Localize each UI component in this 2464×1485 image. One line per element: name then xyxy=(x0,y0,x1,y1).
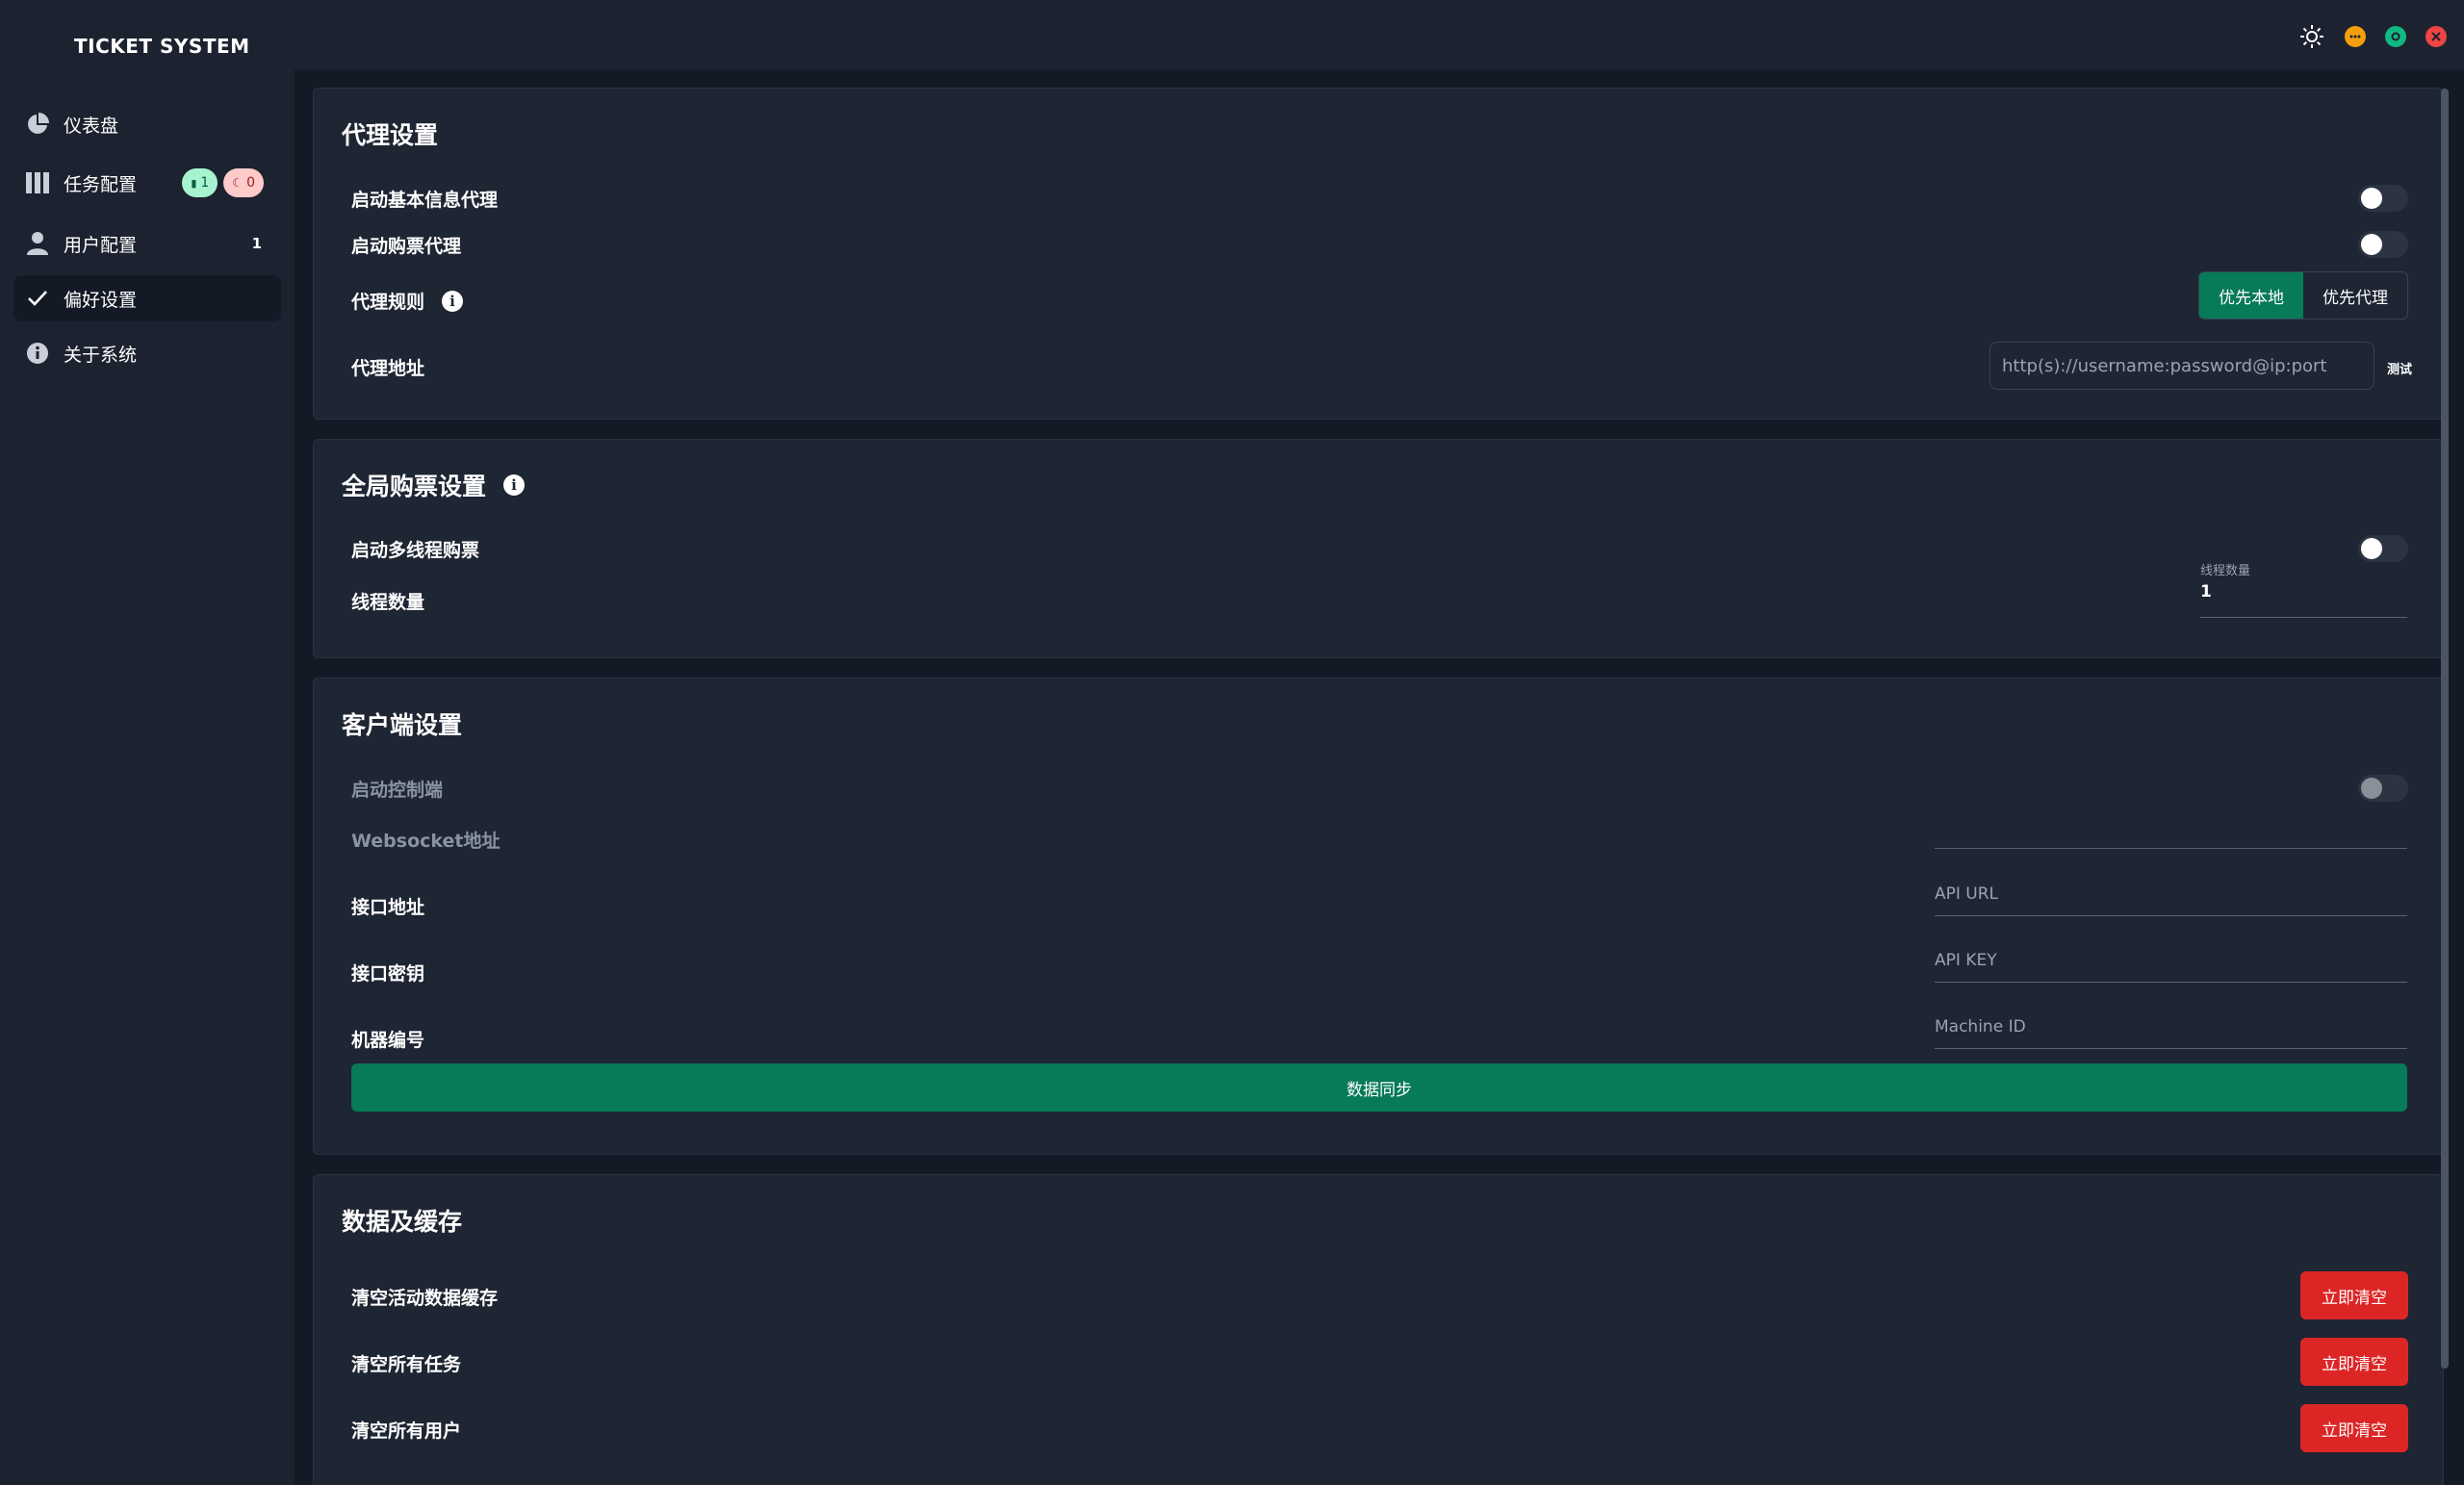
api-url-input[interactable]: API URL xyxy=(1935,871,2407,916)
sidebar-item-label: 任务配置 xyxy=(64,173,138,195)
proxy-rule-label: 代理规则 i xyxy=(351,288,464,314)
clear-all-tasks-button[interactable]: 立即清空 xyxy=(2300,1338,2408,1386)
sidebar-item-label: 用户配置 xyxy=(64,234,138,256)
clear-activity-cache-button[interactable]: 立即清空 xyxy=(2300,1271,2408,1319)
main-content: 代理设置 启动基本信息代理 启动购票代理 代理规则 i 优先本地 优先代理 代理… xyxy=(295,69,2464,1485)
columns-icon xyxy=(25,170,50,195)
data-sync-button[interactable]: 数据同步 xyxy=(351,1063,2407,1112)
clear-all-tasks-label: 清空所有任务 xyxy=(351,1354,462,1375)
basic-proxy-toggle[interactable] xyxy=(2358,185,2408,212)
sun-icon[interactable] xyxy=(2298,23,2325,50)
sidebar-item-about[interactable]: 关于系统 xyxy=(13,330,281,376)
app-title: TICKET SYSTEM xyxy=(74,35,250,58)
clear-all-users-button[interactable]: 立即清空 xyxy=(2300,1404,2408,1452)
websocket-label: Websocket地址 xyxy=(351,831,500,852)
sidebar-item-tasks[interactable]: 任务配置 ▮ 1 ☾ 0 xyxy=(13,160,281,206)
prefer-proxy-button[interactable]: 优先代理 xyxy=(2303,272,2407,319)
minimize-icon[interactable] xyxy=(2345,26,2366,47)
user-icon xyxy=(25,231,50,256)
proxy-settings-card: 代理设置 启动基本信息代理 启动购票代理 代理规则 i 优先本地 优先代理 代理… xyxy=(313,88,2444,420)
sidebar-item-label: 关于系统 xyxy=(64,344,138,366)
basic-proxy-label: 启动基本信息代理 xyxy=(351,190,499,211)
purchase-proxy-label: 启动购票代理 xyxy=(351,236,462,257)
machine-id-label: 机器编号 xyxy=(351,1030,425,1051)
maximize-icon[interactable] xyxy=(2385,26,2406,47)
websocket-input[interactable] xyxy=(1935,804,2407,849)
thread-count-label: 线程数量 xyxy=(351,592,425,613)
info-icon[interactable]: i xyxy=(442,290,464,312)
card-title: 代理设置 xyxy=(342,121,439,149)
api-key-label: 接口密钥 xyxy=(351,963,425,985)
user-count: 1 xyxy=(251,235,262,252)
sidebar-item-users[interactable]: 用户配置 1 xyxy=(13,220,281,267)
pie-chart-icon xyxy=(25,112,50,137)
sidebar-item-preferences[interactable]: 偏好设置 xyxy=(13,275,281,321)
info-icon[interactable]: i xyxy=(503,474,526,496)
proxy-address-input[interactable] xyxy=(1989,342,2374,390)
control-end-toggle[interactable] xyxy=(2358,775,2408,802)
multithread-label: 启动多线程购票 xyxy=(351,540,480,561)
check-icon xyxy=(25,286,50,311)
api-key-input[interactable]: API KEY xyxy=(1935,937,2407,983)
api-url-label: 接口地址 xyxy=(351,897,425,918)
control-end-label: 启动控制端 xyxy=(351,780,444,801)
thread-count-input[interactable]: 线程数量 1 xyxy=(2200,560,2407,618)
window-controls xyxy=(2298,23,2447,50)
status-badge: ▮ 1 xyxy=(182,168,218,197)
purchase-proxy-toggle[interactable] xyxy=(2358,231,2408,258)
sidebar-item-label: 偏好设置 xyxy=(64,289,138,311)
card-title: 客户端设置 xyxy=(342,711,463,739)
card-title: 数据及缓存 xyxy=(342,1208,463,1236)
sidebar-item-dashboard[interactable]: 仪表盘 xyxy=(13,101,281,147)
prefer-local-button[interactable]: 优先本地 xyxy=(2199,272,2303,319)
clear-all-users-label: 清空所有用户 xyxy=(351,1421,462,1442)
info-icon xyxy=(25,341,50,366)
clear-activity-cache-label: 清空活动数据缓存 xyxy=(351,1288,499,1309)
test-button[interactable]: 测试 xyxy=(2387,359,2412,377)
scrollbar[interactable] xyxy=(2441,89,2449,1369)
proxy-rule-segmented: 优先本地 优先代理 xyxy=(2198,271,2408,320)
global-ticket-settings-card: 全局购票设置 i 启动多线程购票 线程数量 线程数量 1 xyxy=(313,439,2444,658)
client-settings-card: 客户端设置 启动控制端 Websocket地址 接口地址 API URL 接口密… xyxy=(313,678,2444,1155)
card-title: 全局购票设置 i xyxy=(342,468,526,502)
proxy-address-label: 代理地址 xyxy=(351,358,425,379)
status-badge: ☾ 0 xyxy=(223,168,264,197)
data-cache-card: 数据及缓存 清空活动数据缓存 立即清空 清空所有任务 立即清空 清空所有用户 立… xyxy=(313,1174,2444,1485)
machine-id-input[interactable]: Machine ID xyxy=(1935,1004,2407,1049)
sidebar: TICKET SYSTEM 仪表盘 任务配置 ▮ 1 ☾ 0 用户配置 1 偏好设置 xyxy=(0,0,295,1485)
multithread-toggle[interactable] xyxy=(2358,535,2408,562)
sidebar-item-label: 仪表盘 xyxy=(64,115,119,137)
close-icon[interactable] xyxy=(2426,26,2447,47)
